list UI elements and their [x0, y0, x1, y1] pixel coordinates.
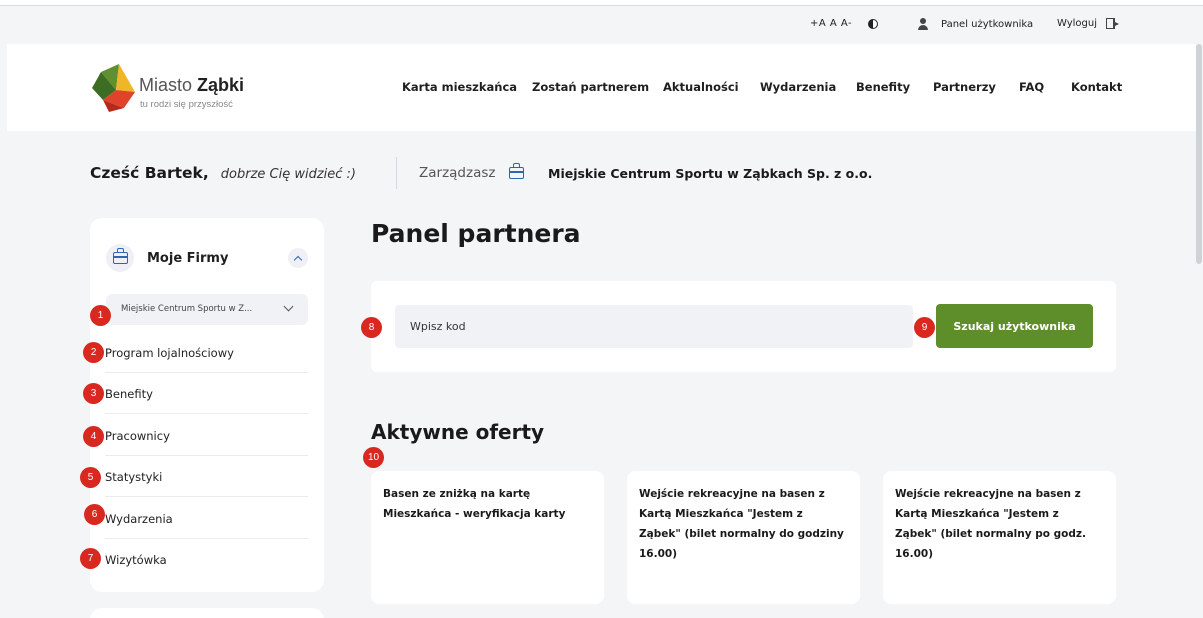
page-title: Panel partnera — [371, 219, 581, 248]
contrast-icon — [868, 19, 878, 29]
my-companies-title: Moje Firmy — [147, 250, 229, 266]
my-companies-icon-wrap — [106, 244, 134, 272]
nav-benefity[interactable]: Benefity — [856, 80, 910, 94]
offer-card[interactable]: Wejście rekreacyjne na basen z Kartą Mie… — [627, 471, 860, 604]
marker-4: 4 — [83, 426, 104, 447]
marker-9: 9 — [914, 317, 935, 338]
greeting-hello: Cześć Bartek, — [90, 164, 209, 182]
greeting: Cześć Bartek, dobrze Cię widzieć :) — [90, 164, 356, 182]
utility-bar: +A A A- Panel użytkownika Wyloguj — [0, 6, 1203, 44]
sidebar-item-label: Program lojalnościowy — [105, 346, 234, 360]
user-icon — [917, 18, 929, 30]
contrast-toggle[interactable] — [868, 19, 878, 29]
scrollbar-thumb[interactable] — [1196, 44, 1202, 264]
marker-7: 7 — [80, 548, 101, 569]
logo[interactable]: Miasto Ząbki tu rodzi się przyszłość — [89, 62, 249, 114]
briefcase-icon — [509, 163, 525, 179]
sidebar-item-wizytowka[interactable]: Wizytówka — [105, 539, 308, 580]
logout-icon — [1106, 18, 1119, 29]
search-user-button[interactable]: Szukaj użytkownika — [936, 304, 1093, 348]
marker-8: 8 — [361, 317, 382, 338]
sidebar-item-label: Pracownicy — [105, 429, 170, 443]
scrollbar[interactable] — [1196, 44, 1203, 618]
logo-mark-icon — [92, 64, 135, 112]
sidebar-item-wydarzenia[interactable]: Wydarzenia — [105, 498, 308, 539]
logo-brand-bold: Ząbki — [197, 75, 245, 95]
marker-3: 3 — [83, 383, 104, 404]
code-input[interactable] — [395, 305, 913, 348]
chevron-down-icon — [283, 301, 294, 312]
logo-brand: Miasto Ząbki — [139, 75, 244, 96]
font-size-controls[interactable]: +A A A- — [810, 18, 852, 29]
my-companies-header[interactable]: Moje Firmy — [106, 244, 308, 272]
marker-2: 2 — [83, 342, 104, 363]
company-select[interactable]: Miejskie Centrum Sportu w Z... — [106, 294, 308, 325]
sidebar-item-benefity[interactable]: Benefity — [105, 373, 308, 414]
nav-zostan-partnerem[interactable]: Zostań partnerem — [532, 80, 649, 94]
logo-tagline: tu rodzi się przyszłość — [140, 99, 233, 110]
greeting-sub: dobrze Cię widzieć :) — [220, 167, 357, 182]
nav-kontakt[interactable]: Kontakt — [1071, 80, 1122, 94]
site-header: Miasto Ząbki tu rodzi się przyszłość Kar… — [7, 44, 1196, 131]
search-card: Szukaj użytkownika — [371, 281, 1116, 372]
chevron-up-icon — [293, 255, 303, 264]
company-select-value: Miejskie Centrum Sportu w Z... — [121, 304, 253, 314]
collapse-toggle[interactable] — [288, 248, 308, 268]
panel-user-label: Panel użytkownika — [941, 18, 1034, 30]
sidebar-item-label: Statystyki — [105, 470, 163, 484]
logo-brand-light: Miasto — [139, 75, 198, 95]
nav-wydarzenia[interactable]: Wydarzenia — [760, 80, 836, 94]
sidebar-item-label: Benefity — [105, 387, 153, 401]
nav-aktualnosci[interactable]: Aktualności — [663, 80, 739, 94]
sidebar-item-pracownicy[interactable]: Pracownicy — [105, 415, 308, 456]
divider — [396, 157, 397, 189]
sidebar-item-label: Wydarzenia — [105, 512, 173, 526]
nav-faq[interactable]: FAQ — [1019, 80, 1044, 94]
offer-card[interactable]: Basen ze zniżką na kartę Mieszkańca - we… — [371, 471, 604, 604]
offers-title: Aktywne oferty — [371, 420, 545, 444]
sidebar-item-label: Wizytówka — [105, 553, 167, 567]
sidebar-item-statystyki[interactable]: Statystyki — [105, 456, 308, 497]
manage-label: Zarządzasz — [419, 165, 496, 181]
managed-company: Miejskie Centrum Sportu w Ząbkach Sp. z … — [548, 166, 873, 181]
manage-label-wrap: Zarządzasz — [419, 163, 525, 181]
nav-partnerzy[interactable]: Partnerzy — [933, 80, 996, 94]
sidebar-secondary-card — [90, 608, 324, 618]
nav-karta-mieszkanca[interactable]: Karta mieszkańca — [402, 80, 517, 94]
sidebar-item-program-lojalnosciowy[interactable]: Program lojalnościowy — [105, 332, 308, 373]
offer-card[interactable]: Wejście rekreacyjne na basen z Kartą Mie… — [883, 471, 1116, 604]
panel-user-link[interactable]: Panel użytkownika — [917, 18, 1033, 30]
logout-label: Wyloguj — [1057, 18, 1097, 29]
marker-1: 1 — [90, 305, 111, 326]
marker-5: 5 — [80, 467, 101, 488]
marker-6: 6 — [84, 504, 105, 525]
logout-link[interactable]: Wyloguj — [1057, 18, 1119, 29]
sidebar: Moje Firmy Miejskie Centrum Sportu w Z..… — [90, 218, 324, 592]
briefcase-icon — [112, 248, 128, 264]
marker-10: 10 — [363, 447, 384, 468]
